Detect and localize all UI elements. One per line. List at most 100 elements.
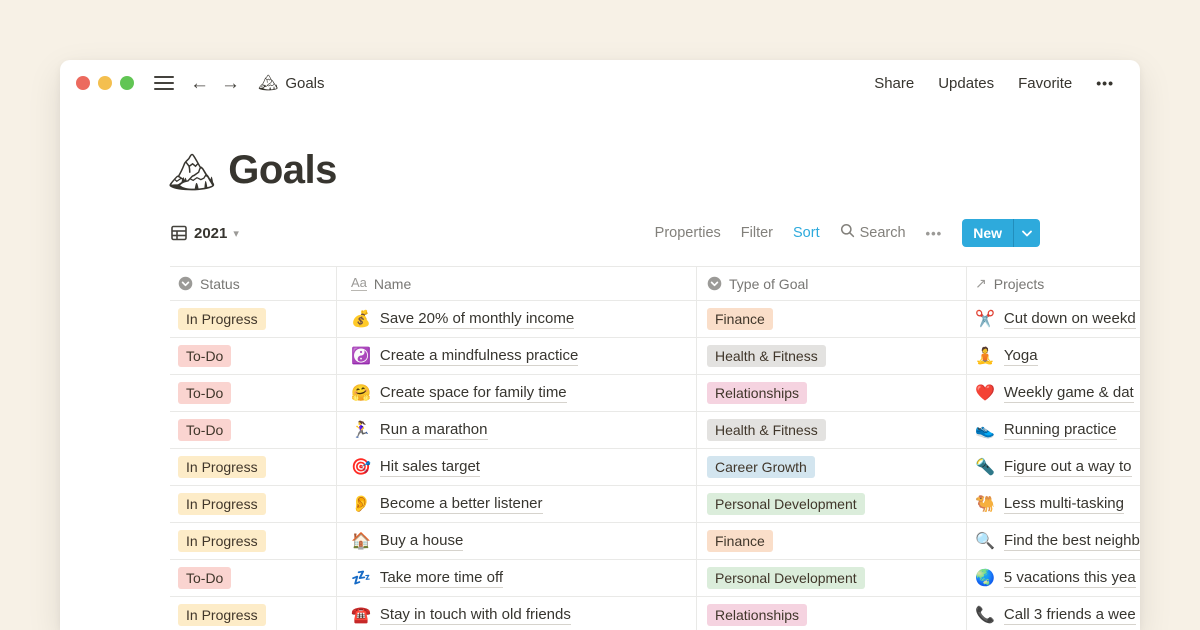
goal-page-link[interactable]: Stay in touch with old friends <box>380 606 571 625</box>
forward-icon[interactable]: → <box>221 74 240 93</box>
projects-cell[interactable]: ✂️ Cut down on weekd <box>967 301 1140 337</box>
close-window-button[interactable] <box>76 76 90 90</box>
name-cell[interactable]: 🤗 Create space for family time <box>337 375 697 411</box>
name-cell[interactable]: 🎯 Hit sales target <box>337 449 697 485</box>
column-header-status[interactable]: Status <box>170 267 337 300</box>
type-of-goal-badge[interactable]: Finance <box>707 308 773 331</box>
goal-page-link[interactable]: Hit sales target <box>380 458 480 477</box>
search-label: Search <box>860 225 906 241</box>
goal-page-link[interactable]: Create space for family time <box>380 384 567 403</box>
status-badge[interactable]: In Progress <box>178 456 266 479</box>
project-page-link[interactable]: Call 3 friends a wee <box>1004 606 1136 625</box>
name-cell[interactable]: 👂 Become a better listener <box>337 486 697 522</box>
type-of-goal-badge[interactable]: Relationships <box>707 604 807 627</box>
favorite-button[interactable]: Favorite <box>1018 75 1072 92</box>
project-page-link[interactable]: Less multi-tasking <box>1004 495 1124 514</box>
projects-cell[interactable]: 🧘 Yoga <box>967 338 1140 374</box>
name-cell[interactable]: ☯️ Create a mindfulness practice <box>337 338 697 374</box>
status-badge[interactable]: In Progress <box>178 530 266 553</box>
goal-page-link[interactable]: Save 20% of monthly income <box>380 310 574 329</box>
status-cell[interactable]: In Progress <box>170 449 337 485</box>
table-row: To-Do 🤗 Create space for family time Rel… <box>170 375 1140 412</box>
status-cell[interactable]: In Progress <box>170 301 337 337</box>
goal-page-link[interactable]: Take more time off <box>380 569 503 588</box>
projects-cell[interactable]: 🔦 Figure out a way to <box>967 449 1140 485</box>
goal-page-link[interactable]: Create a mindfulness practice <box>380 347 578 366</box>
status-cell[interactable]: In Progress <box>170 597 337 630</box>
type-of-goal-cell[interactable]: Health & Fitness <box>697 412 967 448</box>
project-page-link[interactable]: Cut down on weekd <box>1004 310 1136 329</box>
view-switcher[interactable]: 2021 ▾ <box>170 224 239 242</box>
zoom-window-button[interactable] <box>120 76 134 90</box>
project-page-link[interactable]: Figure out a way to <box>1004 458 1132 477</box>
projects-cell[interactable]: 🌏 5 vacations this yea <box>967 560 1140 596</box>
projects-cell[interactable]: 📞 Call 3 friends a wee <box>967 597 1140 630</box>
toolbar-more-icon[interactable]: ••• <box>926 226 943 241</box>
type-of-goal-badge[interactable]: Personal Development <box>707 493 865 516</box>
status-cell[interactable]: To-Do <box>170 560 337 596</box>
projects-cell[interactable]: 🐫 Less multi-tasking <box>967 486 1140 522</box>
type-of-goal-cell[interactable]: Personal Development <box>697 486 967 522</box>
name-cell[interactable]: 🏃‍♀️ Run a marathon <box>337 412 697 448</box>
goal-page-link[interactable]: Buy a house <box>380 532 463 551</box>
more-options-icon[interactable]: ••• <box>1096 75 1114 91</box>
column-header-name[interactable]: Aa Name <box>337 267 697 300</box>
status-badge[interactable]: To-Do <box>178 345 231 368</box>
name-cell[interactable]: 💤 Take more time off <box>337 560 697 596</box>
project-page-link[interactable]: Yoga <box>1004 347 1038 366</box>
sidebar-menu-icon[interactable] <box>154 76 174 90</box>
type-of-goal-badge[interactable]: Health & Fitness <box>707 419 826 442</box>
goal-page-link[interactable]: Become a better listener <box>380 495 543 514</box>
status-cell[interactable]: To-Do <box>170 338 337 374</box>
type-of-goal-cell[interactable]: Health & Fitness <box>697 338 967 374</box>
updates-button[interactable]: Updates <box>938 75 994 92</box>
breadcrumb[interactable]: Goals <box>285 75 324 92</box>
status-badge[interactable]: To-Do <box>178 382 231 405</box>
projects-cell[interactable]: 👟 Running practice <box>967 412 1140 448</box>
type-of-goal-badge[interactable]: Finance <box>707 530 773 553</box>
properties-button[interactable]: Properties <box>655 225 721 241</box>
status-badge[interactable]: In Progress <box>178 604 266 627</box>
page-mountain-icon[interactable]: 🏔 <box>168 154 216 192</box>
name-cell[interactable]: ☎️ Stay in touch with old friends <box>337 597 697 630</box>
column-header-projects[interactable]: ↗ Projects <box>967 267 1140 300</box>
status-badge[interactable]: In Progress <box>178 308 266 331</box>
filter-button[interactable]: Filter <box>741 225 773 241</box>
project-page-link[interactable]: 5 vacations this yea <box>1004 569 1136 588</box>
type-of-goal-cell[interactable]: Career Growth <box>697 449 967 485</box>
project-page-link[interactable]: Weekly game & dat <box>1004 384 1134 403</box>
share-button[interactable]: Share <box>874 75 914 92</box>
type-of-goal-badge[interactable]: Health & Fitness <box>707 345 826 368</box>
column-header-type-of-goal[interactable]: Type of Goal <box>697 267 967 300</box>
type-of-goal-cell[interactable]: Finance <box>697 523 967 559</box>
type-of-goal-cell[interactable]: Personal Development <box>697 560 967 596</box>
status-badge[interactable]: In Progress <box>178 493 266 516</box>
name-cell[interactable]: 💰 Save 20% of monthly income <box>337 301 697 337</box>
sort-button[interactable]: Sort <box>793 225 820 241</box>
new-button-chevron-icon[interactable] <box>1014 219 1040 247</box>
project-page-link[interactable]: Running practice <box>1004 421 1117 440</box>
type-of-goal-cell[interactable]: Finance <box>697 301 967 337</box>
status-cell[interactable]: In Progress <box>170 523 337 559</box>
type-of-goal-badge[interactable]: Relationships <box>707 382 807 405</box>
type-of-goal-badge[interactable]: Career Growth <box>707 456 815 479</box>
projects-cell[interactable]: ❤️ Weekly game & dat <box>967 375 1140 411</box>
minimize-window-button[interactable] <box>98 76 112 90</box>
type-of-goal-cell[interactable]: Relationships <box>697 597 967 630</box>
new-button[interactable]: New <box>962 219 1040 247</box>
goal-page-link[interactable]: Run a marathon <box>380 421 488 440</box>
project-page-link[interactable]: Find the best neighb <box>1004 532 1140 551</box>
projects-cell[interactable]: 🔍 Find the best neighb <box>967 523 1140 559</box>
goal-emoji-icon: 🎯 <box>351 457 371 477</box>
status-cell[interactable]: To-Do <box>170 375 337 411</box>
status-badge[interactable]: To-Do <box>178 419 231 442</box>
search-button[interactable]: Search <box>840 223 906 243</box>
status-cell[interactable]: To-Do <box>170 412 337 448</box>
type-of-goal-cell[interactable]: Relationships <box>697 375 967 411</box>
project-emoji-icon: 📞 <box>975 605 995 625</box>
status-cell[interactable]: In Progress <box>170 486 337 522</box>
status-badge[interactable]: To-Do <box>178 567 231 590</box>
back-icon[interactable]: ← <box>190 74 209 93</box>
name-cell[interactable]: 🏠 Buy a house <box>337 523 697 559</box>
type-of-goal-badge[interactable]: Personal Development <box>707 567 865 590</box>
